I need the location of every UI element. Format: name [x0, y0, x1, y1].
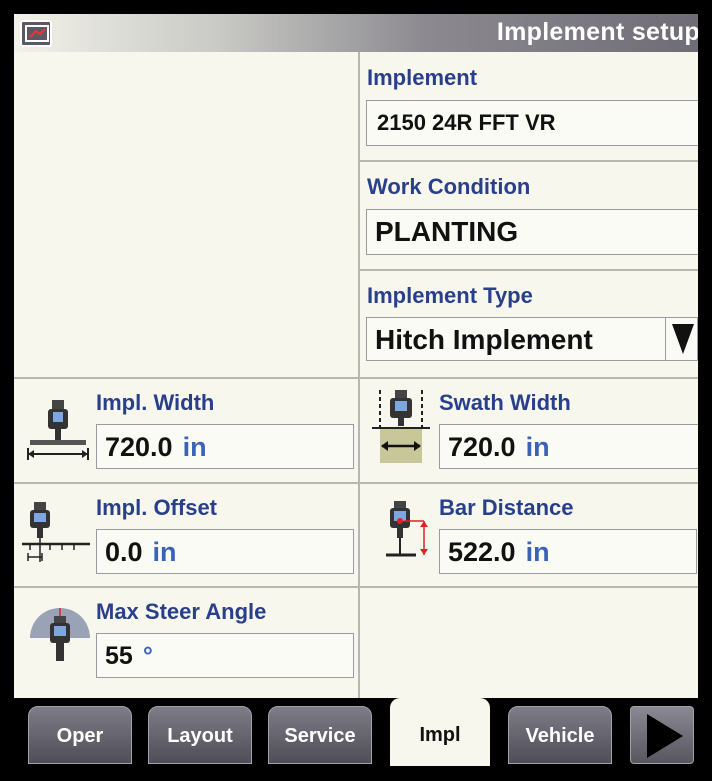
implement-field[interactable]: 2150 24R FFT VR [366, 100, 698, 146]
display-home-icon [25, 25, 49, 42]
column-divider [358, 52, 360, 698]
tab-layout[interactable]: Layout [148, 706, 252, 764]
implement-type-dropdown[interactable]: Hitch Implement [366, 317, 698, 361]
impl-offset-field[interactable]: 0.0 in [96, 529, 354, 574]
bar-distance-field[interactable]: 522.0 in [439, 529, 697, 574]
tab-bar: Oper Layout Service Impl Vehicle [14, 698, 698, 766]
impl-width-label: Impl. Width [96, 390, 215, 415]
tab-vehicle[interactable]: Vehicle [508, 706, 612, 764]
bar-distance-value: 522.0 [448, 537, 516, 567]
impl-offset-label: Impl. Offset [96, 495, 218, 520]
swath-width-value: 720.0 [448, 432, 516, 462]
max-steer-angle-field[interactable]: 55 ° [96, 633, 354, 678]
implement-type-label: Implement Type [367, 283, 533, 308]
steer-angle-icon [30, 608, 90, 661]
divider [14, 586, 698, 588]
page-title: Implement setup [496, 18, 698, 46]
max-steer-angle-unit: ° [142, 642, 153, 670]
divider [358, 160, 698, 162]
divider [358, 269, 698, 271]
display-home-button[interactable] [20, 20, 52, 47]
impl-width-unit: in [182, 432, 207, 462]
tab-impl[interactable]: Impl [390, 698, 490, 766]
swath-width-icon [372, 390, 430, 463]
work-condition-label: Work Condition [367, 174, 531, 199]
impl-offset-unit: in [152, 537, 177, 567]
dropdown-arrow-icon[interactable] [665, 318, 697, 360]
implement-setup-screen: Implement setup Implement 2150 24R FFT V… [14, 14, 698, 766]
implement-label: Implement [367, 65, 478, 90]
work-condition-field[interactable]: PLANTING [366, 209, 698, 255]
swath-width-field[interactable]: 720.0 in [439, 424, 698, 469]
bar-distance-icon [386, 501, 428, 557]
next-tab-arrow-icon[interactable] [630, 706, 694, 764]
divider [14, 482, 698, 484]
bar-distance-label: Bar Distance [439, 495, 574, 520]
implement-offset-icon [22, 502, 90, 562]
swath-width-label: Swath Width [439, 390, 571, 415]
implement-type-value: Hitch Implement [375, 324, 593, 355]
tab-service[interactable]: Service [268, 706, 372, 764]
impl-width-value: 720.0 [105, 432, 173, 462]
max-steer-angle-value: 55 [105, 642, 133, 670]
implement-value: 2150 24R FFT VR [377, 110, 556, 135]
impl-width-field[interactable]: 720.0 in [96, 424, 354, 469]
max-steer-angle-label: Max Steer Angle [96, 599, 267, 624]
swath-width-unit: in [525, 432, 550, 462]
bar-distance-unit: in [525, 537, 550, 567]
work-condition-value: PLANTING [375, 216, 519, 247]
title-bar: Implement setup [14, 14, 698, 52]
impl-offset-value: 0.0 [105, 537, 143, 567]
implement-width-icon [27, 400, 89, 460]
divider [14, 377, 698, 379]
tab-oper[interactable]: Oper [28, 706, 132, 764]
